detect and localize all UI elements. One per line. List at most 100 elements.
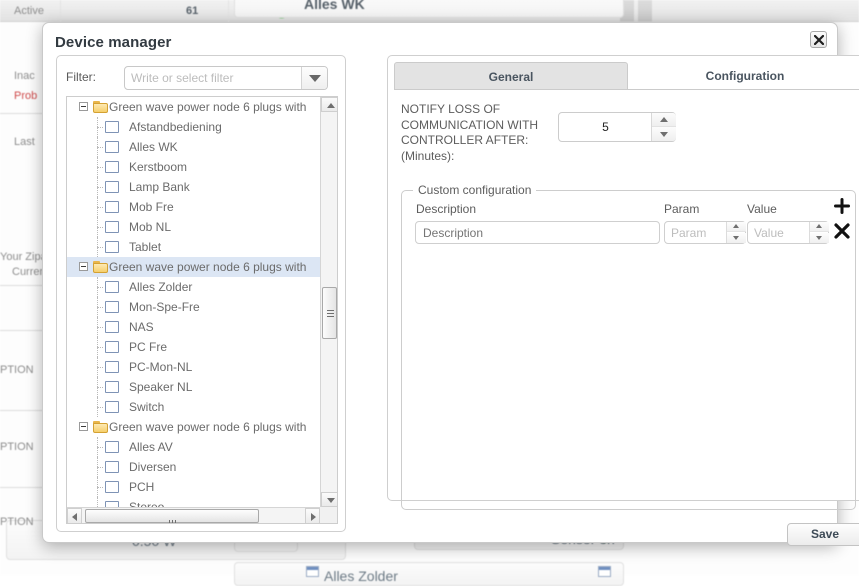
tree-guide-elbow — [97, 387, 103, 388]
tree-group-label: Green wave power node 6 plugs with — [109, 260, 306, 274]
tree-device-label: Tablet — [129, 240, 161, 254]
tree-horizontal-scrollbar[interactable] — [67, 507, 320, 523]
scroll-down-button[interactable] — [321, 492, 338, 507]
tree-group-label: Green wave power node 6 plugs with — [109, 420, 306, 434]
tree-group-row[interactable]: Green wave power node 6 plugs with — [67, 97, 320, 117]
tree-device-row[interactable]: Stereo — [67, 497, 320, 507]
arrow-left-icon — [72, 513, 77, 521]
tree-device-row[interactable]: Mob NL — [67, 217, 320, 237]
background-divider-2 — [228, 0, 229, 22]
tree-vertical-scrollbar[interactable] — [320, 97, 337, 507]
background-tile-6 — [234, 0, 624, 18]
tab-general[interactable]: General — [394, 62, 628, 90]
custom-value-decrement[interactable] — [810, 233, 829, 243]
tree-device-row[interactable]: PC Fre — [67, 337, 320, 357]
filter-input[interactable] — [125, 67, 302, 89]
scroll-left-button[interactable] — [67, 508, 82, 524]
tree-group-row[interactable]: Green wave power node 6 plugs with — [67, 417, 320, 437]
notify-minutes-increment[interactable] — [652, 113, 676, 127]
background-tile-5 — [234, 562, 624, 586]
device-icon — [105, 481, 119, 493]
arrow-up-icon — [733, 224, 739, 228]
arrow-down-icon — [327, 498, 335, 503]
custom-param-stepper[interactable] — [664, 221, 746, 244]
custom-configuration-fieldset: Custom configuration Description Param V… — [401, 190, 856, 510]
close-icon — [814, 35, 824, 45]
folder-icon — [93, 261, 108, 273]
tree-device-row[interactable]: Diversen — [67, 457, 320, 477]
scroll-up-button[interactable] — [321, 97, 338, 112]
custom-value-spin-buttons — [809, 222, 828, 243]
cross-icon — [833, 222, 851, 240]
bg-label-problem: Prob — [14, 90, 37, 102]
tree-device-row[interactable]: Mob Fre — [67, 197, 320, 217]
notify-minutes-decrement[interactable] — [652, 127, 676, 141]
bg-label-current: Curren — [12, 266, 46, 278]
tree-device-row[interactable]: Tablet — [67, 237, 320, 257]
tree-guide-elbow — [97, 147, 103, 148]
custom-value-increment[interactable] — [810, 222, 829, 232]
scroll-right-button[interactable] — [305, 508, 320, 524]
bg-label-option-2: PTION — [0, 441, 34, 453]
bg-label-alles-wk: Alles WK — [304, 0, 365, 12]
custom-param-input[interactable] — [665, 222, 727, 243]
close-button[interactable] — [810, 31, 827, 48]
device-tree-panel: Filter: Green wave power node 6 plugs wi… — [56, 55, 346, 532]
notify-minutes-stepper[interactable] — [558, 112, 676, 142]
tree-group-row[interactable]: Green wave power node 6 plugs with — [67, 257, 320, 277]
tree-device-row[interactable]: Afstandbediening — [67, 117, 320, 137]
tree-device-row[interactable]: Lamp Bank — [67, 177, 320, 197]
tree-horizontal-scroll-thumb[interactable] — [85, 509, 259, 523]
device-tree[interactable]: Green wave power node 6 plugs with Afstan… — [66, 96, 338, 524]
notify-minutes-spin-buttons — [651, 113, 675, 141]
tree-guide-elbow — [97, 227, 103, 228]
delete-row-button[interactable] — [833, 222, 851, 240]
bg-label-zipa: Your Zipa — [0, 251, 47, 263]
tree-device-row[interactable]: Switch — [67, 397, 320, 417]
tree-group-label: Green wave power node 6 plugs with — [109, 100, 306, 114]
tree-device-row[interactable]: Alles WK — [67, 137, 320, 157]
tree-device-label: Mob NL — [129, 220, 171, 234]
tree-device-row[interactable]: Speaker NL — [67, 377, 320, 397]
collapse-toggle-icon[interactable] — [79, 422, 88, 431]
tree-device-row[interactable]: Mon-Spe-Fre — [67, 297, 320, 317]
column-header-value: Value — [747, 202, 777, 216]
custom-param-decrement[interactable] — [727, 233, 746, 243]
custom-value-input[interactable] — [748, 222, 810, 243]
filter-combobox[interactable] — [124, 66, 328, 90]
custom-description-input[interactable] — [415, 221, 660, 244]
tree-device-row[interactable]: PC-Mon-NL — [67, 357, 320, 377]
collapse-toggle-icon[interactable] — [79, 262, 88, 271]
custom-configuration-legend: Custom configuration — [413, 183, 536, 197]
device-icon — [105, 321, 119, 333]
tree-guide-elbow — [97, 207, 103, 208]
custom-value-stepper[interactable] — [747, 221, 829, 244]
tree-guide-elbow — [97, 127, 103, 128]
filter-dropdown-button[interactable] — [301, 67, 327, 89]
tree-guide-elbow — [97, 187, 103, 188]
bg-value-active: 61 — [186, 5, 198, 17]
tree-device-row[interactable]: Alles AV — [67, 437, 320, 457]
save-button[interactable]: Save — [787, 523, 859, 546]
tree-guide-elbow — [97, 447, 103, 448]
tree-guide-elbow — [97, 327, 103, 328]
notify-minutes-input[interactable] — [559, 113, 652, 141]
collapse-toggle-icon[interactable] — [79, 102, 88, 111]
tree-device-row[interactable]: NAS — [67, 317, 320, 337]
tree-device-row[interactable]: Alles Zolder — [67, 277, 320, 297]
add-row-button[interactable] — [834, 198, 850, 214]
tree-vertical-scroll-thumb[interactable] — [322, 287, 337, 339]
tree-device-label: Alles Zolder — [129, 280, 192, 294]
device-icon — [105, 221, 119, 233]
device-icon — [105, 441, 119, 453]
tab-configuration[interactable]: Configuration — [628, 62, 859, 90]
tree-guide-elbow — [97, 467, 103, 468]
bg-label-active: Active — [14, 5, 44, 17]
tree-device-row[interactable]: PCH — [67, 477, 320, 497]
tree-device-row[interactable]: Kerstboom — [67, 157, 320, 177]
custom-param-increment[interactable] — [727, 222, 746, 232]
device-tree-viewport: Green wave power node 6 plugs with Afstan… — [67, 97, 320, 507]
bg-label-alles-zolder: Alles Zolder — [324, 568, 398, 584]
grip-icon — [169, 514, 178, 521]
arrow-down-icon — [660, 132, 668, 137]
